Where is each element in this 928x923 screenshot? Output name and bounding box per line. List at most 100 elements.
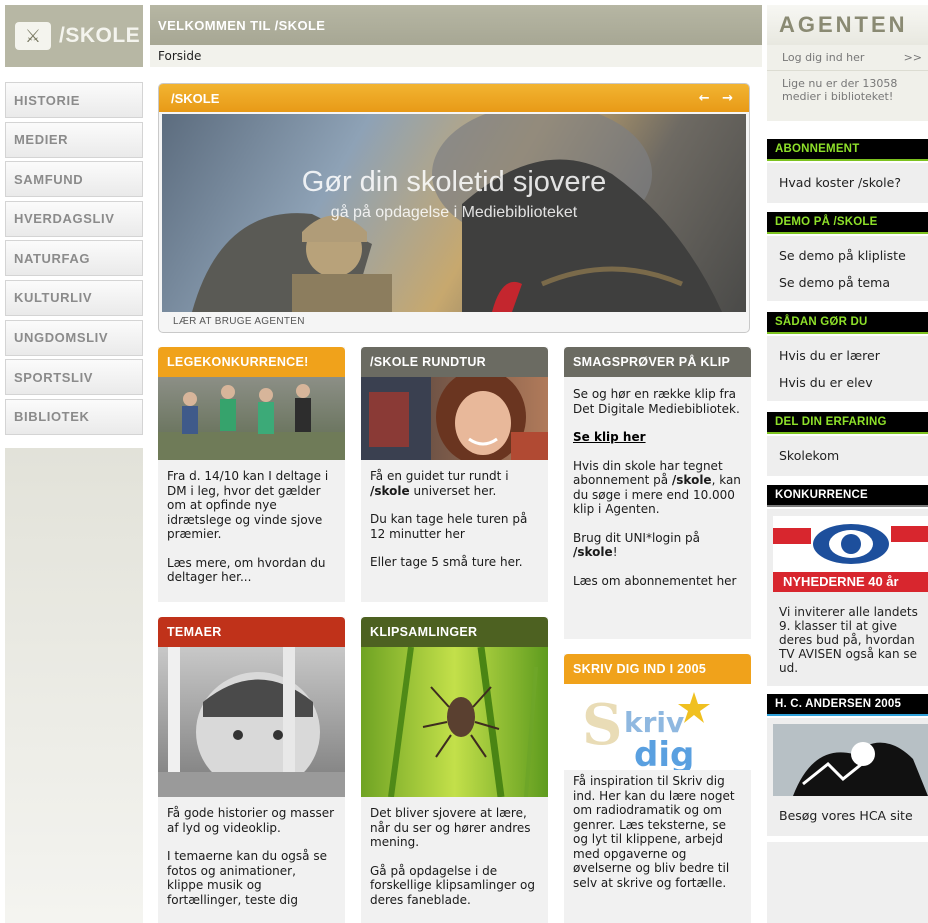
hero-arrows-icon[interactable]: ← → [699, 91, 737, 106]
del-header: DEL DIN ERFARING [767, 412, 928, 434]
skriv-dig-logo: S kriv dig [582, 692, 710, 770]
box-rundtur-p2[interactable]: Du kan tage hele turen på 12 minutter he… [370, 512, 538, 541]
saadan-header: SÅDAN GØR DU [767, 312, 928, 334]
svg-text:dig: dig [634, 735, 694, 770]
box-smagsproever-p3: Brug dit UNI*login på /skole! [573, 530, 700, 560]
category-nav: HISTORIE MEDIER SAMFUND HVERDAGSLIV NATU… [5, 82, 143, 438]
link-skolekom[interactable]: Skolekom [767, 442, 928, 469]
box-smagsproever-p4[interactable]: Læs om abonnementet her [573, 574, 741, 589]
nav-item-naturfag[interactable]: NATURFAG [5, 240, 143, 277]
hero-image[interactable]: Gør din skoletid sjovere gå på opdagelse… [162, 114, 746, 312]
box-legekonkurrence-title[interactable]: LEGEKONKURRENCE! [158, 347, 345, 377]
box-temaer: TEMAER Få gode historier og masser af ly… [158, 617, 345, 923]
konkurrence-body: NYHEDERNE 40 år Vi inviterer alle landet… [767, 509, 928, 686]
right-column-fill [767, 842, 928, 923]
box-rundtur: /SKOLE RUNDTUR Få en guidet tur rundt i … [361, 347, 548, 602]
box-rundtur-image[interactable] [361, 377, 548, 460]
hero-bar: /SKOLE ← → [159, 84, 749, 112]
nav-item-hverdagsliv[interactable]: HVERDAGSLIV [5, 200, 143, 237]
box-skriv-image[interactable]: S kriv dig [564, 684, 751, 770]
breadcrumb[interactable]: Forside [150, 45, 762, 67]
hero-banner: /SKOLE ← → Gør din skoletid sjovere gå p… [158, 83, 750, 333]
nav-item-samfund[interactable]: SAMFUND [5, 161, 143, 198]
box-rundtur-p1: Få en guidet tur rundt i /skole universe… [370, 469, 509, 498]
hero-headline: Gør din skoletid sjovere [301, 166, 607, 198]
box-skriv: SKRIV DIG IND I 2005 S kriv dig Få inspi… [564, 654, 751, 923]
nyhederne-banner-text: NYHEDERNE 40 år [773, 572, 928, 592]
konkurrence-text: Vi inviterer alle landets 9. klasser til… [779, 605, 918, 675]
box-smagsproever-p1: Se og hør en række klip fra Det Digitale… [573, 387, 740, 416]
hero-subline: gå på opdagelse i Mediebiblioteket [330, 204, 578, 221]
login-label: Log dig ind her [782, 51, 865, 64]
box-klipsamlinger-text: Det bliver sjovere at lære, når du ser o… [361, 797, 548, 907]
login-link[interactable]: Log dig ind her >> [767, 45, 928, 71]
box-rundtur-title[interactable]: /SKOLE RUNDTUR [361, 347, 548, 377]
box-skriv-title[interactable]: SKRIV DIG IND I 2005 [564, 654, 751, 684]
demo-body: Se demo på klipliste Se demo på tema [767, 236, 928, 301]
children-icon: ⚔ [15, 22, 51, 50]
left-column-fill [5, 448, 143, 923]
link-demo-klipliste[interactable]: Se demo på klipliste [767, 242, 928, 269]
site-logo[interactable]: ⚔ /SKOLE [5, 5, 143, 67]
hca-image[interactable] [773, 724, 928, 796]
box-klipsamlinger-title[interactable]: KLIPSAMLINGER [361, 617, 548, 647]
link-demo-tema[interactable]: Se demo på tema [767, 269, 928, 296]
nav-item-kulturliv[interactable]: KULTURLIV [5, 279, 143, 316]
link-elev[interactable]: Hvis du er elev [767, 369, 928, 396]
abonnement-body: Hvad koster /skole? [767, 163, 928, 203]
demo-header: DEMO PÅ /SKOLE [767, 212, 928, 234]
media-count-text: Lige nu er der 13058 medier i biblioteke… [782, 77, 898, 103]
nyhederne-banner[interactable]: NYHEDERNE 40 år [773, 516, 928, 592]
svg-text:S: S [582, 692, 622, 758]
logo-text: /SKOLE [59, 24, 141, 47]
nav-item-historie[interactable]: HISTORIE [5, 82, 143, 118]
box-klipsamlinger-p2: Gå på opdagelse i de forskellige klipsam… [370, 863, 535, 907]
box-legekonkurrence-text: Fra d. 14/10 kan I deltage i DM i leg, h… [158, 460, 345, 585]
page-title: VELKOMMEN TIL /SKOLE [158, 17, 326, 33]
hca-body: Besøg vores HCA site [767, 718, 928, 836]
woman-portrait-illustration [361, 377, 548, 460]
box-skriv-text: Få inspiration til Skriv dig ind. Her ka… [564, 770, 751, 890]
hca-papercut-illustration [773, 724, 928, 796]
nav-item-ungdomsliv[interactable]: UNGDOMSLIV [5, 319, 143, 356]
box-temaer-image[interactable] [158, 647, 345, 797]
box-rundtur-p3[interactable]: Eller tage 5 små ture her. [370, 555, 538, 570]
box-legekonkurrence-image[interactable] [158, 377, 345, 460]
box-temaer-p2: I temaerne kan du også se fotos og anima… [167, 849, 327, 907]
login-arrow-icon: >> [903, 51, 922, 64]
box-klipsamlinger-image[interactable] [361, 647, 548, 797]
box-klipsamlinger-p1: Det bliver sjovere at lære, når du ser o… [370, 806, 531, 849]
insect-on-grass-illustration [388, 647, 538, 797]
box-rundtur-text: Få en guidet tur rundt i /skole universe… [361, 460, 548, 570]
konkurrence-header: KONKURRENCE [767, 485, 928, 507]
hero-bar-title: /SKOLE [171, 90, 220, 106]
hero-footer-link[interactable]: LÆR AT BRUGE AGENTEN [159, 312, 749, 332]
box-temaer-text: Få gode historier og masser af lyd og vi… [158, 797, 345, 907]
nav-item-medier[interactable]: MEDIER [5, 121, 143, 158]
link-hca-site[interactable]: Besøg vores HCA site [767, 802, 928, 829]
nyhederne-eye-logo [773, 524, 928, 564]
box-smagsproever-title[interactable]: SMAGSPRØVER PÅ KLIP [564, 347, 751, 377]
child-behind-bars-illustration [158, 647, 345, 797]
box-temaer-p1: Få gode historier og masser af lyd og vi… [167, 806, 335, 835]
box-skriv-p1: Få inspiration til Skriv dig ind. Her ka… [573, 774, 735, 890]
link-hvad-koster[interactable]: Hvad koster /skole? [767, 169, 928, 196]
saadan-body: Hvis du er lærer Hvis du er elev [767, 336, 928, 401]
box-legekonkurrence-p1: Fra d. 14/10 kan I deltage i DM i leg, h… [167, 469, 329, 541]
abonnement-header: ABONNEMENT [767, 139, 928, 161]
nav-item-sportsliv[interactable]: SPORTSLIV [5, 359, 143, 396]
page-header: VELKOMMEN TIL /SKOLE [150, 5, 762, 45]
link-laerer[interactable]: Hvis du er lærer [767, 342, 928, 369]
nav-item-bibliotek[interactable]: BIBLIOTEK [5, 398, 143, 435]
box-smagsproever: SMAGSPRØVER PÅ KLIP Se og hør en række k… [564, 347, 751, 639]
box-smagsproever-p2: Hvis din skole har tegnet abonnement på … [573, 458, 741, 517]
running-kids-illustration [158, 384, 345, 460]
agenten-logo[interactable]: AGENTEN [767, 5, 928, 45]
box-smagsproever-link[interactable]: Se klip her [573, 430, 741, 445]
box-legekonkurrence: LEGEKONKURRENCE! Fra d. 14/10 kan I delt… [158, 347, 345, 602]
box-smagsproever-text: Se og hør en række klip fra Det Digitale… [564, 377, 751, 588]
box-legekonkurrence-p2[interactable]: Læs mere, om hvordan du deltager her... [167, 556, 335, 585]
box-temaer-title[interactable]: TEMAER [158, 617, 345, 647]
box-klipsamlinger: KLIPSAMLINGER Det bliver sjovere at lære… [361, 617, 548, 923]
hca-header: H. C. ANDERSEN 2005 [767, 694, 928, 716]
